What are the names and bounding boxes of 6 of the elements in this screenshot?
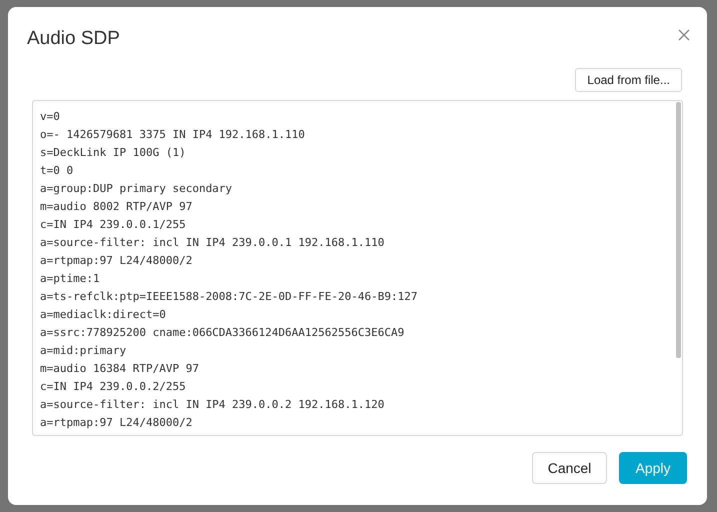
cancel-button[interactable]: Cancel [532, 452, 607, 484]
scrollbar-thumb[interactable] [676, 102, 681, 358]
dialog-title: Audio SDP [27, 27, 120, 51]
sdp-text-field[interactable]: v=0 o=- 1426579681 3375 IN IP4 192.168.1.110 s=DeckLink IP 100G (1) t=0 0 a=group:DUP primary secondary m=audio 8002 RTP/AVP 97 c=IN IP4 239.0.0.1/255 a=source-filter: incl IN IP4 239.0.0.1 192.168.1.110 a=rtpmap:97 L24/48000/2 a=ptime:1 a=ts-refclk:ptp=IEEE1588-2008:7C-2E-0D-FF-FE-20-46-B9:127 a=mediaclk:direct=0 a=ssrc:778925200 cname:066CDA3366124D6AA12562556C3E6CA9 a=mid:primary m=audio 16384 RTP/AVP 97 c=IN IP4 239.0.0.2/255 a=source-filter: incl IN IP4 239.0.0.2 192.168.1.120 a=rtpmap:97 L24/48000/2 [32, 100, 683, 436]
load-from-file-button[interactable]: Load from file... [575, 68, 682, 92]
close-icon[interactable] [678, 29, 690, 41]
